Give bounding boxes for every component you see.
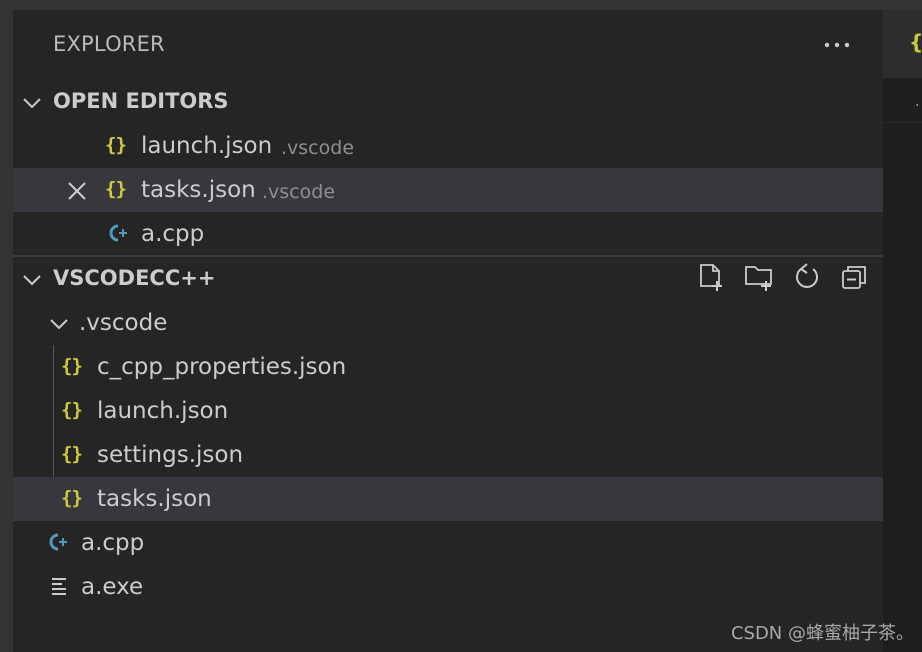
chevron-down-icon (23, 275, 41, 286)
editor-area: { . (883, 10, 922, 652)
explorer-sidebar: EXPLORER OPEN EDITORS {} launch.json .vs… (13, 10, 883, 652)
editor-tab[interactable]: { (883, 10, 922, 78)
file-name: a.exe (81, 574, 144, 600)
json-icon: {} (61, 399, 83, 421)
open-editors-header[interactable]: OPEN EDITORS (13, 80, 883, 124)
open-editor-item[interactable]: {} launch.json .vscode (13, 124, 883, 168)
tree-file-row[interactable]: a.cpp (13, 521, 883, 565)
json-icon: {} (105, 134, 127, 156)
breadcrumb-fragment: . (915, 94, 920, 110)
open-editor-item[interactable]: {} tasks.json .vscode (13, 168, 883, 212)
tree-file-row[interactable]: {} tasks.json (13, 477, 883, 521)
file-name: tasks.json (97, 486, 212, 512)
watermark: CSDN @蜂蜜柚子茶。 (730, 623, 914, 644)
folder-name: .vscode (79, 310, 168, 336)
json-icon: {} (105, 178, 127, 200)
cpp-icon (49, 533, 67, 551)
folder-row-vscode[interactable]: .vscode (13, 301, 883, 345)
file-folder: .vscode (262, 181, 336, 203)
ellipsis-icon[interactable] (823, 36, 853, 52)
workspace-label: VSCODECC++ (53, 266, 216, 290)
cpp-icon (109, 224, 127, 242)
file-name: launch.json (141, 133, 273, 159)
file-name: c_cpp_properties.json (97, 354, 347, 380)
close-icon[interactable] (65, 179, 89, 203)
file-name: settings.json (97, 442, 244, 468)
tree-file-row[interactable]: {} c_cpp_properties.json (13, 345, 883, 389)
json-icon: {} (61, 487, 83, 509)
new-file-icon[interactable] (696, 262, 726, 292)
file-name: tasks.json (141, 177, 256, 203)
collapse-all-icon[interactable] (840, 262, 870, 292)
json-icon: {} (61, 443, 83, 465)
chevron-down-icon (50, 319, 68, 330)
explorer-title: EXPLORER (53, 32, 165, 56)
text-file-icon (52, 578, 66, 595)
open-editors-label: OPEN EDITORS (53, 89, 229, 113)
breadcrumb: . (883, 78, 922, 123)
file-name: a.cpp (141, 221, 205, 247)
file-name: launch.json (97, 398, 229, 424)
json-icon: { (909, 30, 922, 54)
chevron-down-icon (23, 98, 41, 109)
json-icon: {} (61, 355, 83, 377)
refresh-icon[interactable] (792, 262, 822, 292)
tree-file-row[interactable]: {} settings.json (13, 433, 883, 477)
open-editor-item[interactable]: a.cpp (13, 212, 883, 256)
tree-file-row[interactable]: a.exe (13, 565, 883, 609)
new-folder-icon[interactable] (744, 262, 774, 292)
tree-file-row[interactable]: {} launch.json (13, 389, 883, 433)
file-name: a.cpp (81, 530, 145, 556)
file-folder: .vscode (281, 137, 355, 159)
